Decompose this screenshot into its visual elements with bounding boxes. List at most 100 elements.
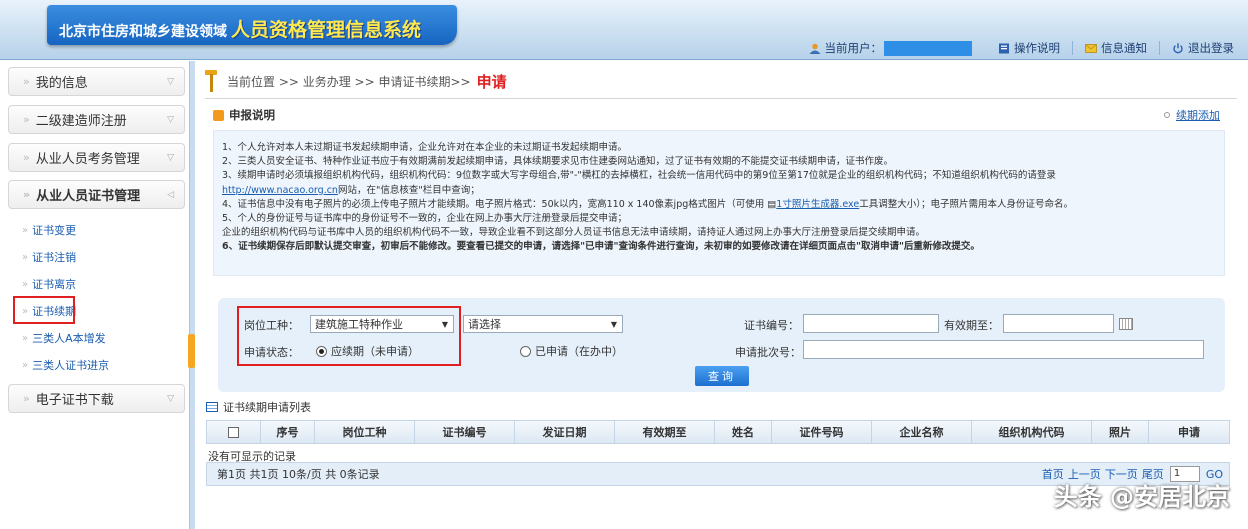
notice-line-text: 网站，在"信息核查"栏目中查询； (337, 184, 480, 196)
current-user-label: 当前用户： (824, 41, 883, 55)
chevron-down-icon: ▽ (167, 76, 174, 87)
section-icon (213, 109, 224, 121)
mail-icon (1085, 43, 1097, 53)
menu-label: 电子证书下载 (35, 393, 114, 408)
pager-info: 第1页 共1页 10条/页 共 0条记录 (217, 468, 380, 481)
menu-label: 从业人员考务管理 (35, 152, 140, 167)
chevron-right-icon: » (23, 188, 31, 201)
sub-item-label: 证书变更 (32, 224, 77, 237)
column-header[interactable]: 照片 (1092, 421, 1149, 443)
add-icon (1164, 112, 1170, 118)
breadcrumb-path: 当前位置 >> 业务办理 >> 申请证书续期>> (227, 74, 471, 89)
app-title: 人员资格管理信息系统 (231, 19, 422, 41)
cert-no-input[interactable] (803, 314, 939, 333)
power-icon (1173, 42, 1183, 53)
watermark: 头条 @安居北京 (1053, 483, 1230, 511)
query-button[interactable]: 查询 (695, 366, 749, 386)
chevron-down-icon: ▽ (167, 152, 174, 163)
menu-label: 二级建造师注册 (35, 114, 127, 129)
valid-until-label: 有效期至： (944, 319, 999, 332)
nav-logout-label[interactable]: 退出登录 (1188, 40, 1234, 56)
notice-line: 3、续期申请时必须填报组织机构代码，组织机构代码：9位数字或大写字母组合,带"-… (222, 170, 1056, 182)
column-header[interactable]: 企业名称 (872, 421, 972, 443)
help-icon (999, 43, 1009, 53)
column-header[interactable]: 发证日期 (515, 421, 615, 443)
user-icon (809, 43, 820, 54)
chevron-down-icon: ▽ (167, 393, 174, 404)
column-header[interactable]: 证件号码 (772, 421, 872, 443)
file-icon: ▤ (767, 198, 777, 210)
calendar-icon[interactable] (1119, 318, 1133, 330)
sidebar-item-cert-change[interactable]: » 证书变更 (22, 222, 76, 238)
menu-label: 我的信息 (35, 76, 88, 91)
page-title: 申请 (476, 72, 507, 91)
post-type-sub-select[interactable]: 请选择 ▼ (463, 315, 623, 333)
nav-help[interactable]: 操作说明 (998, 40, 1060, 56)
sub-item-label: 证书离京 (32, 278, 77, 291)
nav-help-label[interactable]: 操作说明 (1014, 40, 1060, 56)
notice-panel: 1、个人允许对本人未过期证书发起续期申请，企业允许对在本企业的未过期证书发起续期… (213, 130, 1225, 276)
menu-builder-register[interactable]: » 二级建造师注册 ▽ (8, 105, 185, 134)
renewal-add-link[interactable]: 续期添加 (1164, 107, 1220, 123)
sidebar: » 我的信息 ▽ » 二级建造师注册 ▽ » 从业人员考务管理 ▽ » 从业人员… (0, 61, 192, 529)
sidebar-item-cert-enter[interactable]: » 三类人证书进京 (22, 357, 109, 373)
sub-item-label: 三类人证书进京 (32, 359, 110, 372)
column-header[interactable]: 组织机构代码 (972, 421, 1092, 443)
list-title: 证书续期申请列表 (206, 399, 311, 415)
menu-exam-management[interactable]: » 从业人员考务管理 ▽ (8, 143, 185, 172)
notice-line: 5、个人的身份证号与证书库中的身份证号不一致的，企业在网上办事大厅注册登录后提交… (222, 213, 628, 225)
column-header[interactable]: 证书编号 (415, 421, 515, 443)
sidebar-item-cert-cancel[interactable]: » 证书注销 (22, 249, 76, 265)
chevron-left-icon: ◁ (167, 189, 174, 200)
sidebar-collapse-handle[interactable] (188, 334, 195, 368)
nav-notice-label[interactable]: 信息通知 (1101, 40, 1147, 56)
chevron-right-icon: » (22, 359, 29, 371)
menu-label: 从业人员证书管理 (36, 189, 141, 204)
highlight-box-renewal (13, 296, 75, 324)
select-all-checkbox[interactable] (228, 426, 239, 438)
nav-notice[interactable]: 信息通知 (1085, 40, 1147, 56)
notice-line: 1、个人允许对本人未过期证书发起续期申请，企业允许对在本企业的未过期证书发起续期… (222, 142, 628, 153)
chevron-right-icon: » (23, 392, 30, 405)
column-header[interactable]: 申请 (1149, 421, 1229, 443)
notice-line: 企业的组织机构代码与证书库中人员的组织机构代码不一致，导致企业看不到这部分人员证… (222, 227, 926, 239)
valid-until-input[interactable] (1003, 314, 1114, 333)
column-header[interactable]: 姓名 (715, 421, 772, 443)
app-header: 北京市住房和城乡建设领域 人员资格管理信息系统 当前用户： 操作说明 信息通知 退… (0, 0, 1248, 60)
chevron-right-icon: » (23, 151, 30, 164)
current-user: 当前用户： (809, 40, 972, 56)
select-all-cell[interactable] (207, 421, 261, 443)
chevron-right-icon: » (23, 75, 30, 88)
list-icon (206, 402, 218, 412)
current-user-name (884, 40, 972, 56)
notice-line: 6、证书续期保存后即默认提交审查，初审后不能修改。要查看已提交的申请，请选择"已… (222, 241, 980, 253)
chevron-down-icon: ▽ (167, 114, 174, 125)
column-header[interactable]: 有效期至 (615, 421, 715, 443)
column-header[interactable]: 岗位工种 (315, 421, 415, 443)
highlight-box-filters (237, 306, 461, 366)
pin-icon (205, 69, 217, 93)
sidebar-item-cert-leave[interactable]: » 证书离京 (22, 276, 76, 292)
batch-no-input[interactable] (803, 340, 1204, 359)
sub-item-label: 三类人A本增发 (32, 332, 106, 345)
chevron-right-icon: » (22, 224, 29, 236)
nacao-link[interactable]: http://www.nacao.org.cn (222, 185, 338, 196)
status-radio-applied[interactable]: 已申请（在办中） (520, 343, 623, 359)
renewal-add-label[interactable]: 续期添加 (1176, 107, 1220, 123)
notice-title: 申报说明 (213, 107, 275, 123)
menu-cert-management[interactable]: » 从业人员证书管理 ◁ (8, 180, 185, 209)
sidebar-splitter[interactable] (189, 61, 195, 529)
dropdown-arrow-icon: ▼ (610, 320, 617, 329)
photo-tool-link[interactable]: 1寸照片生成器.exe (776, 199, 859, 210)
notice-line-text: 4、证书信息中没有电子照片的必须上传电子照片才能续期。电子照片格式：50k以内，… (222, 198, 765, 210)
nav-logout[interactable]: 退出登录 (1172, 40, 1234, 56)
notice-line: 4、证书信息中没有电子照片的必须上传电子照片才能续期。电子照片格式：50k以内，… (222, 198, 1216, 212)
nav-separator (1072, 41, 1073, 55)
menu-e-cert-download[interactable]: » 电子证书下载 ▽ (8, 384, 185, 413)
breadcrumb: 当前位置 >> 业务办理 >> 申请证书续期>> 申请 (205, 66, 507, 96)
menu-my-info[interactable]: » 我的信息 ▽ (8, 67, 185, 96)
sidebar-item-a-book-issue[interactable]: » 三类人A本增发 (22, 330, 106, 346)
post-type-sub-value: 请选择 (468, 318, 501, 331)
app-logo-banner: 北京市住房和城乡建设领域 人员资格管理信息系统 (47, 5, 457, 45)
column-header[interactable]: 序号 (261, 421, 315, 443)
